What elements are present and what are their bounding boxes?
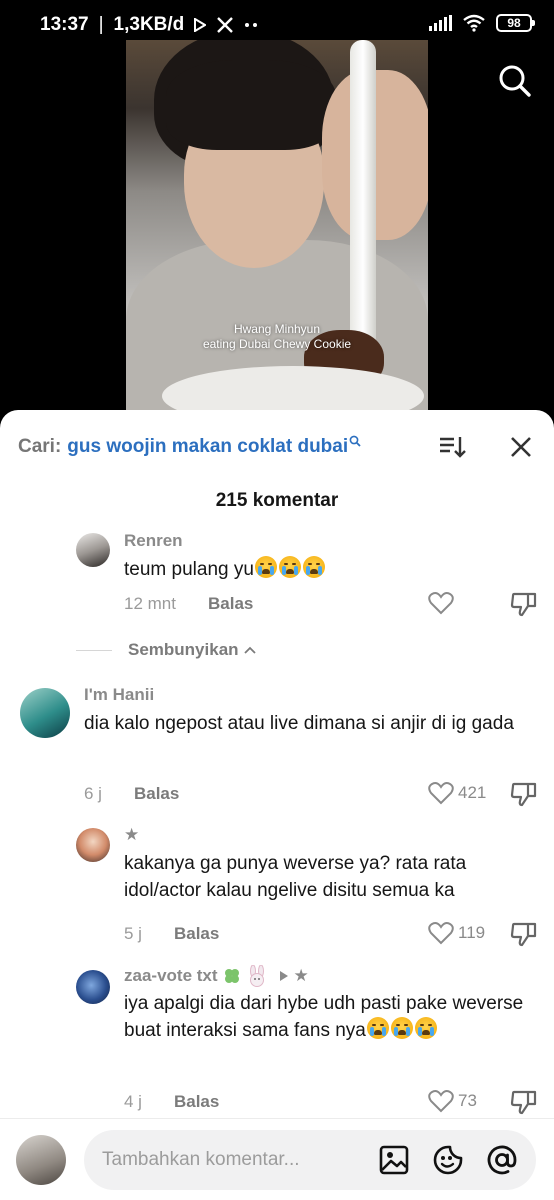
comment-meta: 6 j Balas	[84, 784, 179, 804]
avatar[interactable]	[76, 828, 110, 862]
comments-sheet: Cari: gus woojin makan coklat dubai 215 …	[0, 410, 554, 1200]
avatar[interactable]	[76, 970, 110, 1004]
like-count: 421	[458, 783, 487, 802]
reply-to-name[interactable]: ★	[294, 966, 309, 986]
play-notification-icon	[194, 18, 207, 32]
comment-author[interactable]: ★	[124, 825, 139, 845]
comment-item: ★ kakanya ga punya weverse ya? rata rata…	[0, 822, 554, 952]
four-leaf-clover-icon	[224, 969, 239, 983]
x-app-icon	[217, 17, 234, 33]
reply-button[interactable]: Balas	[174, 924, 219, 944]
dislike-icon[interactable]	[510, 920, 538, 948]
image-icon[interactable]	[378, 1144, 410, 1176]
comment-text: kakanya ga punya weverse ya? rata rata i…	[124, 853, 467, 901]
dislike-icon[interactable]	[510, 1088, 538, 1116]
hide-replies-toggle[interactable]: Sembunyikan	[76, 640, 257, 660]
status-separator: |	[98, 14, 104, 35]
like-count: 119	[458, 923, 486, 942]
comment-time: 4 j	[124, 1092, 142, 1111]
comment-input-bar	[0, 1118, 554, 1200]
comment-time: 5 j	[124, 924, 142, 943]
chevron-up-icon	[243, 646, 256, 654]
comment-item: zaa-vote txt ★ iya apalgi dia dari hybe …	[0, 962, 554, 1122]
emoji-sticker-icon[interactable]	[432, 1144, 464, 1176]
comment-author[interactable]: I'm Hanii	[84, 685, 154, 705]
comment-time: 6 j	[84, 784, 102, 803]
mention-icon[interactable]	[486, 1144, 518, 1176]
reply-arrow-icon	[279, 971, 288, 981]
comment-meta: 4 j Balas	[124, 1092, 219, 1112]
like-button[interactable]: 119	[428, 921, 485, 945]
comment-input-container[interactable]	[84, 1130, 536, 1190]
divider	[76, 649, 112, 651]
reply-button[interactable]: Balas	[174, 1092, 219, 1112]
heart-icon	[428, 782, 454, 805]
comment-meta: 12 mnt Balas	[124, 594, 253, 614]
loudly-crying-emoji-icon	[302, 556, 325, 578]
video-bangs	[166, 60, 336, 150]
status-time: 13:37	[40, 14, 89, 35]
comment-input[interactable]	[102, 1130, 372, 1190]
like-button[interactable]: 421	[428, 781, 486, 805]
comment-text: iya apalgi dia dari hybe udh pasti pake …	[124, 990, 536, 1044]
loudly-crying-emoji-icon	[366, 1017, 389, 1039]
comment-author[interactable]: Renren	[124, 531, 183, 551]
like-button[interactable]: 73	[428, 1089, 477, 1113]
user-avatar[interactable]	[16, 1135, 66, 1185]
avatar[interactable]	[76, 533, 110, 567]
status-network-speed: 1,3KB/d	[113, 14, 185, 35]
like-button[interactable]	[428, 591, 458, 615]
video-caption: Hwang Minhyun eating Dubai Chewy Cookie	[126, 322, 428, 352]
video-caption-line2: eating Dubai Chewy Cookie	[202, 337, 352, 351]
comment-time: 12 mnt	[124, 594, 176, 613]
wifi-icon	[463, 14, 485, 32]
comment-text: teum pulang yu	[124, 556, 326, 583]
comment-author[interactable]: zaa-vote txt ★	[124, 965, 309, 987]
video-scissors	[350, 40, 376, 350]
comment-item: Renren teum pulang yu 12 mnt Balas	[0, 410, 554, 630]
more-notifications-icon	[245, 23, 258, 27]
rabbit-face-icon	[249, 965, 264, 987]
dislike-icon[interactable]	[510, 590, 538, 618]
loudly-crying-emoji-icon	[254, 556, 277, 578]
like-count: 73	[458, 1091, 477, 1110]
comment-text-content: iya apalgi dia dari hybe udh pasti pake …	[124, 993, 524, 1041]
comment-author-name: zaa-vote txt	[124, 966, 218, 985]
cellular-signal-icon	[429, 15, 452, 31]
dislike-icon[interactable]	[510, 780, 538, 808]
comment-meta: 5 j Balas	[124, 924, 219, 944]
comment-text: dia kalo ngepost atau live dimana si anj…	[84, 713, 514, 734]
reply-button[interactable]: Balas	[134, 784, 179, 804]
heart-icon	[428, 1090, 454, 1113]
video-caption-line1: Hwang Minhyun	[233, 322, 321, 336]
heart-icon	[428, 922, 454, 945]
battery-indicator: 98	[496, 14, 535, 32]
loudly-crying-emoji-icon	[414, 1017, 437, 1039]
loudly-crying-emoji-icon	[278, 556, 301, 578]
hide-replies-label: Sembunyikan	[128, 640, 239, 659]
search-icon[interactable]	[498, 64, 532, 98]
reply-button[interactable]: Balas	[208, 594, 253, 614]
loudly-crying-emoji-icon	[390, 1017, 413, 1039]
comment-text-content: teum pulang yu	[124, 559, 254, 580]
heart-icon	[428, 592, 454, 615]
video-player[interactable]: Hwang Minhyun eating Dubai Chewy Cookie	[126, 40, 428, 420]
comment-item: I'm Hanii dia kalo ngepost atau live dim…	[0, 680, 554, 810]
avatar[interactable]	[20, 688, 70, 738]
